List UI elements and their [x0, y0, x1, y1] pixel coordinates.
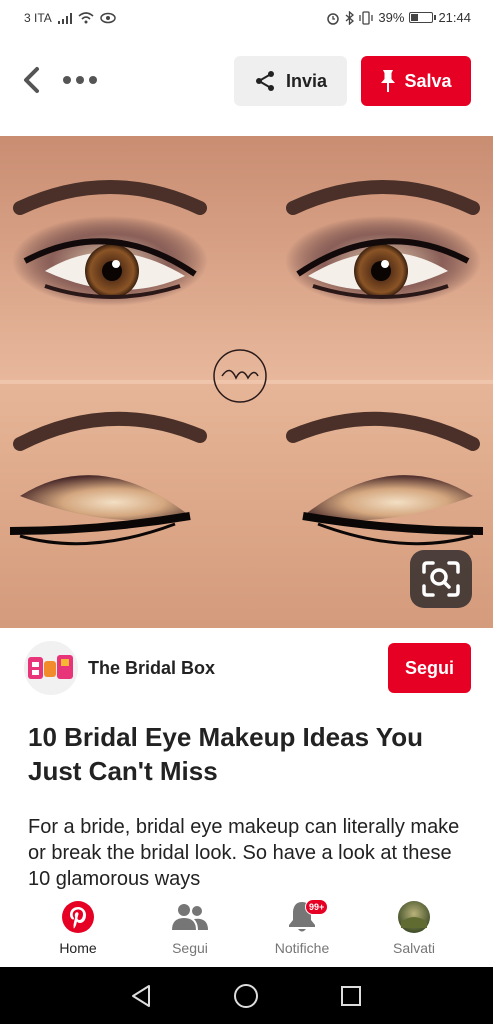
bridal-box-logo-icon — [28, 655, 73, 679]
visual-search-button[interactable] — [410, 550, 472, 608]
follow-button[interactable]: Segui — [388, 643, 471, 693]
pin-title: 10 Bridal Eye Makeup Ideas You Just Can'… — [28, 722, 423, 786]
vibrate-icon — [359, 10, 374, 25]
bottom-navigation: Home Segui 99+ Notifiche Salvati — [0, 895, 493, 967]
nav-notifications-label: Notifiche — [274, 940, 330, 956]
ellipsis-icon — [63, 76, 71, 84]
square-recents-icon — [341, 986, 361, 1006]
share-label: Invia — [285, 70, 328, 91]
save-button[interactable]: Salva — [361, 56, 471, 106]
status-left: 3 ITA — [24, 11, 116, 25]
status-right: 39% 21:44 — [326, 10, 471, 25]
share-icon — [255, 71, 274, 91]
system-navigation-bar — [0, 967, 493, 1024]
visual-search-icon — [422, 561, 460, 597]
nav-following[interactable]: Segui — [145, 895, 235, 967]
pinterest-logo-icon — [62, 901, 94, 933]
pin-action-bar: Invia Salva — [0, 38, 493, 128]
nav-home-label: Home — [59, 940, 97, 956]
people-icon — [172, 904, 208, 930]
profile-avatar — [398, 901, 430, 933]
nav-following-label: Segui — [172, 940, 208, 956]
creator-row: The Bridal Box Segui — [0, 636, 493, 700]
circle-home-icon — [234, 984, 258, 1008]
battery-icon — [409, 12, 437, 23]
eye-comfort-icon — [100, 12, 116, 24]
signal-icon — [57, 12, 72, 24]
back-button[interactable] — [16, 62, 46, 98]
status-bar: 3 ITA 39% 21:44 — [0, 0, 493, 38]
creator-avatar[interactable] — [24, 641, 78, 695]
system-back-button[interactable] — [128, 983, 154, 1009]
nav-home[interactable]: Home — [33, 895, 123, 967]
bluetooth-icon — [345, 10, 355, 25]
nav-notifications[interactable]: 99+ Notifiche — [257, 895, 347, 967]
system-recents-button[interactable] — [338, 983, 364, 1009]
battery-percent: 39% — [378, 10, 405, 25]
save-label: Salva — [404, 70, 452, 91]
nav-saved[interactable]: Salvati — [369, 895, 459, 967]
carrier-label: 3 ITA — [24, 11, 52, 25]
nav-saved-label: Salvati — [392, 940, 436, 956]
chevron-left-icon — [24, 67, 39, 93]
creator-name[interactable]: The Bridal Box — [88, 658, 215, 679]
notification-badge: 99+ — [305, 899, 329, 915]
alarm-icon — [327, 12, 340, 25]
triangle-back-icon — [132, 985, 150, 1007]
more-options-button[interactable] — [60, 66, 100, 94]
wifi-icon — [78, 12, 94, 24]
share-button[interactable]: Invia — [234, 56, 347, 106]
clock: 21:44 — [438, 10, 471, 25]
battery-level — [411, 14, 419, 21]
pin-icon — [381, 70, 396, 92]
system-home-button[interactable] — [233, 983, 259, 1009]
